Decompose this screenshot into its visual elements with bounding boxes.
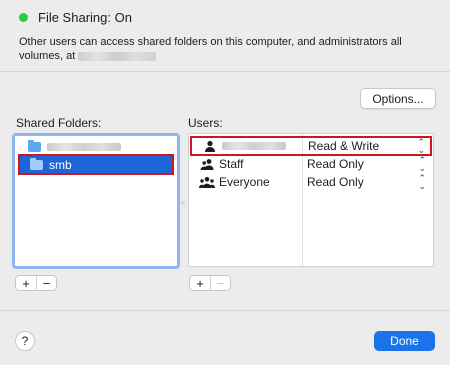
user-name: Staff (219, 157, 244, 171)
user-row-everyone[interactable]: Everyone Read Only ⌃ ⌄ (189, 173, 433, 191)
group-icon (195, 158, 219, 170)
remove-folder-button[interactable]: − (36, 276, 56, 291)
users-label: Users: (188, 116, 223, 130)
everyone-icon (195, 176, 219, 188)
splitter-handle[interactable] (181, 201, 185, 205)
folder-icon (30, 157, 43, 170)
description-text: Other users can access shared folders on… (19, 36, 402, 62)
user-row-0[interactable]: Read & Write ⌃ ⌄ (190, 136, 432, 156)
chevron-updown-icon[interactable]: ⌃ ⌄ (418, 156, 426, 173)
folder-name: smb (49, 157, 72, 172)
single-user-icon (198, 140, 222, 152)
divider-top (0, 71, 450, 72)
permission-value[interactable]: Read & Write (308, 139, 379, 153)
sharing-description: Other users can access shared folders on… (19, 35, 434, 63)
options-button[interactable]: Options... (360, 88, 436, 109)
shared-folders-label: Shared Folders: (16, 116, 102, 130)
chevron-updown-icon[interactable]: ⌃ ⌄ (417, 138, 425, 155)
redacted-address (78, 51, 157, 61)
chevron-updown-icon[interactable]: ⌃ ⌄ (418, 174, 426, 191)
done-button[interactable]: Done (374, 331, 435, 351)
shared-folders-list[interactable]: smb (12, 133, 180, 269)
file-sharing-status: File Sharing: On (19, 10, 132, 25)
add-folder-button[interactable]: + (16, 276, 36, 291)
permission-value[interactable]: Read Only (307, 175, 364, 189)
folder-icon (28, 140, 41, 152)
list-item-folder-smb[interactable]: smb (18, 154, 174, 175)
user-row-staff[interactable]: Staff Read Only ⌃ ⌄ (189, 155, 433, 173)
redacted-folder-name (47, 143, 121, 151)
remove-user-button[interactable]: − (210, 276, 230, 291)
permission-value[interactable]: Read Only (307, 157, 364, 171)
status-title: File Sharing: On (38, 10, 132, 25)
redacted-user-name (222, 142, 286, 150)
divider-bottom (0, 310, 450, 311)
folders-add-remove-control: + − (15, 275, 57, 291)
add-user-button[interactable]: + (190, 276, 210, 291)
status-indicator-icon (19, 13, 28, 22)
user-name: Everyone (219, 175, 270, 189)
help-button[interactable]: ? (15, 331, 35, 351)
users-add-remove-control: + − (189, 275, 231, 291)
users-permissions-list[interactable]: Read & Write ⌃ ⌄ Staff Read Only ⌃ ⌄ Every… (188, 133, 434, 267)
